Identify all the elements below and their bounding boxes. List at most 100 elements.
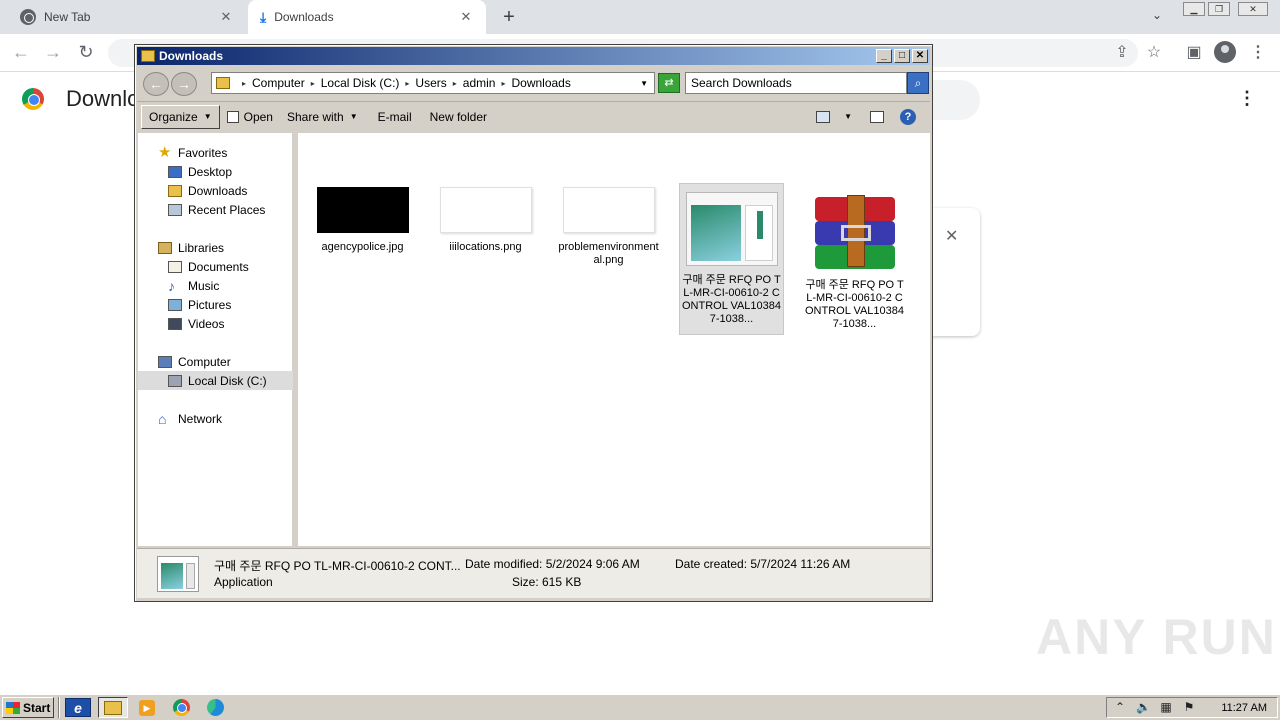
breadcrumb[interactable]: ▸ Computer ▸ Local Disk (C:) ▸ Users ▸ a… [211, 72, 655, 94]
nav-item-favorites[interactable]: ★ Favorites [138, 143, 293, 162]
close-icon[interactable]: ✕ [458, 9, 474, 25]
file-item[interactable]: 구매 주문 RFQ PO TL-MR-CI-00610-2 CONTROL VA… [802, 183, 907, 335]
nav-item-pictures[interactable]: Pictures [138, 295, 293, 314]
internet-explorer-icon[interactable]: e [63, 697, 93, 718]
file-item[interactable]: iiilocations.png [433, 143, 538, 254]
open-button[interactable]: Open [220, 105, 280, 129]
nav-item-videos[interactable]: Videos [138, 314, 293, 333]
chrome-icon [20, 9, 36, 25]
explorer-task-icon[interactable] [98, 697, 128, 718]
refresh-button[interactable]: ⇄ [658, 73, 680, 93]
file-item[interactable]: problemenvironmental.png [556, 143, 661, 267]
restore-button[interactable]: ❐ [1208, 2, 1230, 16]
edge-icon[interactable] [200, 697, 230, 718]
organize-button[interactable]: Organize ▼ [141, 104, 220, 129]
tab-downloads[interactable]: ⤓ Downloads ✕ [248, 0, 486, 34]
page-menu-icon[interactable]: ⋮ [1238, 88, 1256, 109]
nav-item-recent-places[interactable]: Recent Places [138, 200, 293, 219]
nav-item-network[interactable]: ⌂ Network [138, 409, 293, 428]
nav-label: Network [178, 411, 223, 426]
details-file-name: 구매 주문 RFQ PO TL-MR-CI-00610-2 CONT... [214, 559, 461, 573]
action-center-flag-icon[interactable]: ⚑ [1182, 701, 1196, 714]
share-icon[interactable]: ⇪ [1112, 42, 1132, 62]
tab-search-icon[interactable]: ⌄ [1152, 8, 1162, 22]
new-folder-button[interactable]: New folder [423, 105, 494, 129]
reload-icon[interactable]: ↻ [75, 42, 97, 63]
desktop-icon [168, 165, 182, 178]
tray-expand-icon[interactable]: ⌃ [1113, 701, 1127, 714]
chevron-down-icon[interactable]: ▼ [844, 112, 852, 121]
media-player-icon[interactable]: ▶ [132, 697, 162, 718]
profile-icon[interactable] [1214, 41, 1236, 63]
chevron-right-icon[interactable]: ▸ [453, 79, 457, 88]
nav-item-music[interactable]: ♪ Music [138, 276, 293, 295]
file-item-selected[interactable]: 구매 주문 RFQ PO TL-MR-CI-00610-2 CONTROL VA… [679, 183, 784, 335]
chrome-logo-icon [22, 88, 44, 110]
tab-new-tab[interactable]: New Tab ✕ [8, 0, 246, 34]
close-icon[interactable]: ✕ [945, 226, 958, 246]
command-bar: Organize ▼ Open Share with ▼ E-mail New … [137, 101, 930, 131]
close-icon[interactable]: ✕ [218, 9, 234, 25]
search-input[interactable]: Search Downloads [685, 72, 907, 94]
nav-label: Recent Places [188, 202, 266, 217]
volume-icon[interactable]: 🔈 [1136, 701, 1151, 714]
minimize-button[interactable]: ▁ [1183, 2, 1205, 16]
preview-pane-icon[interactable] [870, 110, 884, 123]
share-with-button[interactable]: Share with ▼ [280, 105, 365, 129]
download-icon: ⤓ [260, 8, 267, 25]
nav-item-computer[interactable]: Computer [138, 352, 293, 371]
navigation-pane: ★ Favorites Desktop Downloads Recent Pla… [138, 133, 295, 546]
explorer-window: Downloads _ □ ✕ ← → ▸ Computer ▸ Local D… [134, 44, 933, 602]
close-window-button[interactable]: ✕ [1238, 2, 1268, 16]
file-item[interactable]: agencypolice.jpg [310, 143, 415, 254]
documents-icon [168, 260, 182, 273]
nav-label: Libraries [178, 240, 225, 255]
clock[interactable]: 11:27 AM [1221, 702, 1267, 714]
chrome-task-icon[interactable] [166, 697, 196, 718]
explorer-titlebar[interactable]: Downloads _ □ ✕ [137, 47, 930, 65]
breadcrumb-item[interactable]: Downloads [511, 76, 570, 90]
chevron-down-icon[interactable]: ▼ [640, 79, 648, 88]
minimize-button[interactable]: _ [876, 49, 892, 63]
email-button[interactable]: E-mail [371, 105, 419, 129]
side-panel-icon[interactable]: ▣ [1184, 42, 1204, 62]
close-button[interactable]: ✕ [912, 49, 928, 63]
back-icon[interactable]: ← [10, 42, 32, 63]
videos-icon [168, 317, 182, 330]
chevron-right-icon[interactable]: ▸ [501, 79, 505, 88]
breadcrumb-item[interactable]: Computer [252, 76, 305, 90]
bookmark-star-icon[interactable]: ☆ [1144, 42, 1164, 62]
application-icon [157, 556, 199, 592]
breadcrumb-item[interactable]: admin [463, 76, 496, 90]
nav-item-libraries[interactable]: Libraries [138, 238, 293, 257]
help-icon[interactable]: ? [900, 108, 916, 125]
nav-item-documents[interactable]: Documents [138, 257, 293, 276]
nav-item-desktop[interactable]: Desktop [138, 162, 293, 181]
share-with-label: Share with [286, 109, 344, 124]
maximize-button[interactable]: □ [894, 49, 910, 63]
music-icon: ♪ [168, 277, 175, 294]
network-status-icon[interactable]: ▦ [1159, 701, 1173, 714]
forward-icon[interactable]: → [171, 72, 197, 96]
nav-item-local-disk[interactable]: Local Disk (C:) [138, 371, 293, 390]
start-label: Start [23, 700, 51, 715]
watermark: ANY RUN [1036, 609, 1277, 665]
new-tab-button[interactable]: + [498, 6, 520, 29]
start-button[interactable]: Start [2, 697, 54, 718]
libraries-icon [158, 241, 172, 254]
view-options-icon[interactable] [816, 110, 831, 123]
search-icon[interactable]: ⌕ [907, 72, 929, 94]
file-name: agencypolice.jpg [321, 241, 404, 253]
back-icon[interactable]: ← [143, 72, 169, 96]
forward-icon[interactable]: → [42, 42, 64, 63]
chrome-menu-icon[interactable]: ⋮ [1248, 42, 1268, 62]
breadcrumb-item[interactable]: Users [415, 76, 446, 90]
application-icon [685, 192, 778, 266]
nav-item-downloads[interactable]: Downloads [138, 181, 293, 200]
chevron-right-icon[interactable]: ▸ [311, 79, 315, 88]
explorer-title: Downloads [159, 49, 224, 63]
breadcrumb-item[interactable]: Local Disk (C:) [321, 76, 400, 90]
chevron-right-icon[interactable]: ▸ [242, 79, 246, 88]
open-label: Open [243, 109, 273, 124]
chevron-right-icon[interactable]: ▸ [405, 79, 409, 88]
